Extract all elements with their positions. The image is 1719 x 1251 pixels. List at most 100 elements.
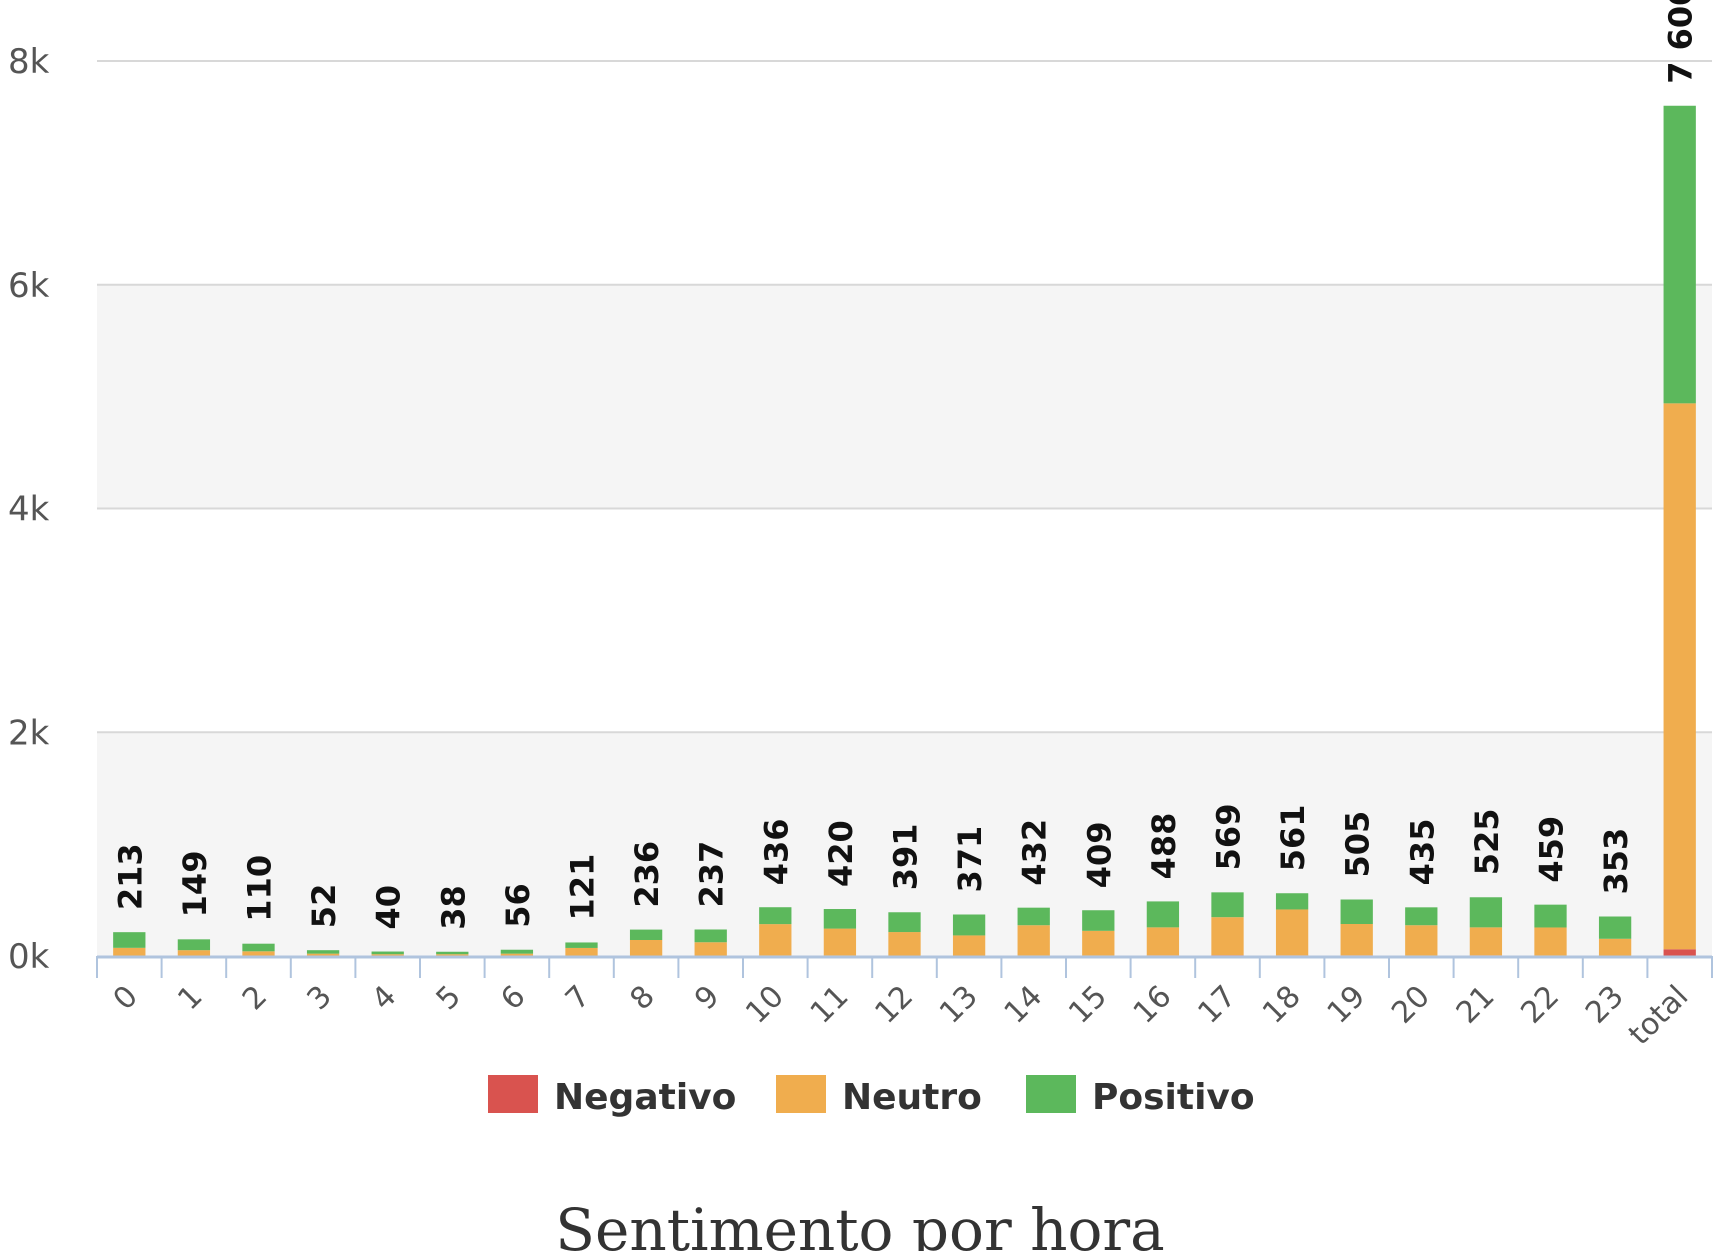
data-label: 525 <box>1468 808 1506 875</box>
x-tick-label: 7 <box>559 979 597 1017</box>
x-tick-label: 17 <box>1191 979 1243 1031</box>
bar-segment-positivo <box>1469 897 1503 928</box>
x-tick-label: 12 <box>868 979 920 1031</box>
bar-segment-positivo <box>1017 907 1050 926</box>
bar-segment-neutro <box>952 935 986 956</box>
x-tick-label: 5 <box>430 979 468 1017</box>
legend[interactable]: Negativo Neutro Positivo <box>488 1075 1255 1118</box>
bar-segment-neutro <box>1469 927 1503 956</box>
sentiment-chart: 0 1 2 3 4 5 6 7 8 9 10 11 12 13 14 15 16 17 18 19 20 21 22 23 to… <box>0 0 1719 1251</box>
bar-segment-neutro <box>1598 938 1632 956</box>
x-tick-label: 14 <box>998 979 1050 1031</box>
y-axis: 0k 2k 4k 6k 8k <box>8 42 50 977</box>
bar-segment-positivo <box>1405 907 1438 926</box>
data-label: 353 <box>1597 828 1635 895</box>
bar-segment-neutro <box>823 928 857 956</box>
y-tick-label: 0k <box>8 937 50 977</box>
x-tick-label: 0 <box>107 979 145 1017</box>
legend-swatch <box>488 1075 538 1113</box>
x-tick-label: 4 <box>365 979 403 1017</box>
data-label: 149 <box>176 851 214 918</box>
bar-segment-neutro <box>1534 927 1567 956</box>
legend-swatch <box>776 1075 826 1113</box>
legend-label: Neutro <box>842 1077 982 1118</box>
data-label: 213 <box>111 843 149 910</box>
data-label: 488 <box>1145 813 1183 880</box>
bar-segment-neutro <box>1663 403 1696 950</box>
data-label: 52 <box>305 884 343 929</box>
bar-segment-positivo <box>1082 910 1115 931</box>
chart-title: Sentimento por hora <box>555 1196 1164 1251</box>
bar-segment-neutro <box>629 940 663 956</box>
bar-segment-positivo <box>759 907 792 925</box>
bar-segment-positivo <box>629 929 663 941</box>
bar-segment-neutro <box>1405 925 1438 956</box>
data-label: 459 <box>1533 816 1571 883</box>
x-tick-label: 1 <box>171 979 209 1017</box>
bar-segment-positivo <box>952 914 986 936</box>
x-tick-label: 20 <box>1385 979 1437 1031</box>
bar-segment-positivo <box>436 951 469 955</box>
bar-segment-positivo <box>177 939 211 951</box>
x-tick-label: 16 <box>1127 979 1179 1031</box>
bar-segment-positivo <box>500 949 534 954</box>
bar-segment-positivo <box>694 929 727 943</box>
bar-segment-positivo <box>823 909 857 929</box>
x-tick-label: 18 <box>1256 979 1308 1031</box>
data-label: 56 <box>499 883 537 928</box>
bar-segment-neutro <box>242 951 275 956</box>
data-label: 371 <box>951 826 989 893</box>
data-label: 420 <box>822 820 860 887</box>
x-tick-label: 8 <box>624 979 662 1017</box>
bar-segment-neutro <box>1275 909 1309 956</box>
y-tick-label: 4k <box>8 490 50 530</box>
bar-segment-neutro <box>565 947 598 956</box>
bar-segment-negativo <box>1663 949 1696 956</box>
y-tick-label: 2k <box>8 713 50 753</box>
bar-segment-neutro <box>1017 925 1050 956</box>
x-tick-label: 6 <box>494 979 532 1017</box>
bar-segment-neutro <box>694 942 727 956</box>
data-label: 391 <box>887 823 925 890</box>
bar-segment-positivo <box>113 932 146 948</box>
bar-segment-positivo <box>1211 892 1244 918</box>
data-label: 236 <box>628 841 666 908</box>
legend-item-neutro[interactable]: Neutro <box>776 1075 982 1118</box>
x-tick-label: total <box>1622 979 1695 1052</box>
data-label: 561 <box>1274 804 1312 871</box>
x-tick-label: 3 <box>301 979 339 1017</box>
x-tick-label: 22 <box>1514 979 1566 1031</box>
legend-swatch <box>1026 1075 1076 1113</box>
bar-segment-neutro <box>888 932 921 956</box>
x-tick-label: 13 <box>933 979 985 1031</box>
x-tick-label: 2 <box>236 979 274 1017</box>
legend-item-negativo[interactable]: Negativo <box>488 1075 736 1118</box>
x-tick-label: 11 <box>804 979 856 1031</box>
data-label: 569 <box>1210 804 1248 871</box>
legend-item-positivo[interactable]: Positivo <box>1026 1075 1255 1118</box>
x-tick-label: 23 <box>1579 979 1631 1031</box>
data-label: 7 600 <box>1662 0 1700 84</box>
bar-segment-neutro <box>1340 924 1373 956</box>
bar-segment-positivo <box>1275 893 1309 910</box>
bar-segment-positivo <box>1534 904 1567 928</box>
x-axis: 0 1 2 3 4 5 6 7 8 9 10 11 12 13 14 15 16 17 18 19 20 21 22 23to… <box>96 955 1713 1052</box>
data-label: 40 <box>370 885 408 930</box>
bar-segment-positivo <box>242 943 275 952</box>
bar-segment-neutro <box>1082 930 1115 956</box>
bar-segment-positivo <box>1340 899 1373 925</box>
x-tick-label: 15 <box>1062 979 1114 1031</box>
data-label: 505 <box>1339 811 1377 878</box>
x-tick-label: 21 <box>1450 979 1502 1031</box>
legend-label: Negativo <box>554 1077 736 1118</box>
legend-label: Positivo <box>1092 1077 1255 1118</box>
bar-segment-neutro <box>759 924 792 956</box>
data-label: 110 <box>241 855 279 922</box>
bar-segment-neutro <box>1211 917 1244 956</box>
x-tick-label: 10 <box>739 979 791 1031</box>
data-label: 237 <box>693 841 731 908</box>
data-label: 432 <box>1016 819 1054 886</box>
data-label: 38 <box>434 885 472 930</box>
y-tick-label: 8k <box>8 42 50 82</box>
plot-band <box>97 284 1712 509</box>
